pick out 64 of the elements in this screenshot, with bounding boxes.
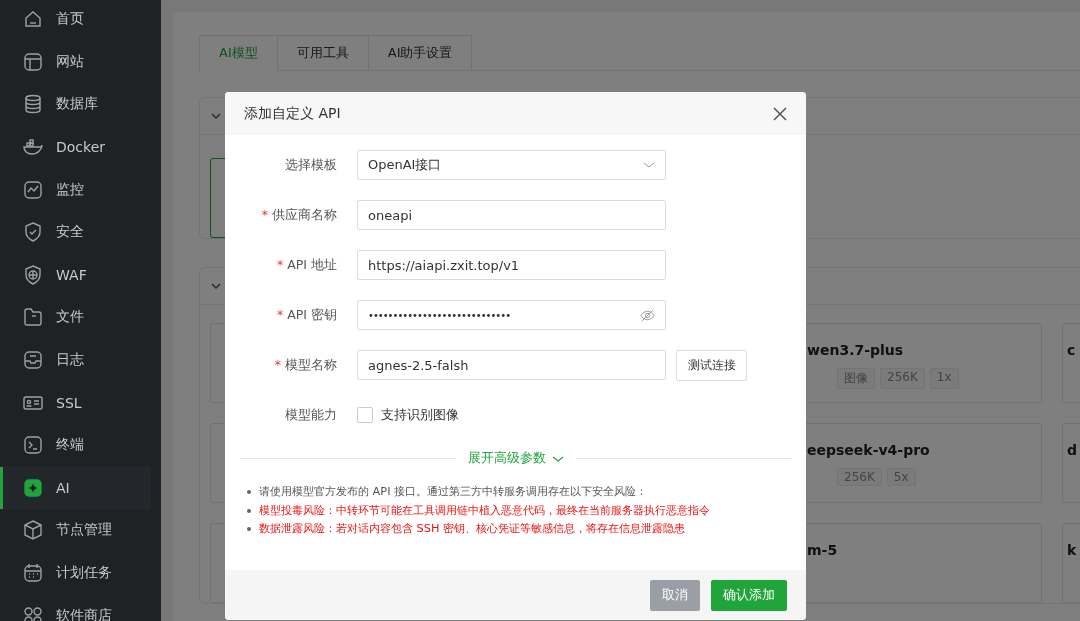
browser-icon bbox=[22, 50, 44, 73]
field-label: 供应商名称 bbox=[272, 206, 337, 222]
model-name: m-5 bbox=[807, 542, 839, 558]
model-card[interactable]: d bbox=[1062, 423, 1080, 503]
sidebar-item[interactable]: 文件 bbox=[0, 296, 151, 339]
model-card[interactable]: k bbox=[1062, 523, 1080, 603]
inbox-icon bbox=[22, 349, 44, 372]
sidebar-item[interactable]: 终端 bbox=[0, 423, 151, 467]
template-select[interactable]: OpenAI接口 bbox=[357, 150, 666, 180]
model-name: k bbox=[1067, 542, 1078, 558]
sidebar-item[interactable]: 安全 bbox=[0, 210, 151, 254]
field-label: 模型能力 bbox=[285, 406, 337, 422]
sidebar-item[interactable]: SSL bbox=[0, 381, 151, 424]
globe-shield-icon bbox=[22, 263, 44, 286]
input-field[interactable]: ••••••••••••••••••••••••••••• bbox=[357, 300, 666, 330]
note-text: 模型投毒风险：中转环节可能在工具调用链中植入恶意代码，最终在当前服务器执行恶意指令 bbox=[259, 502, 710, 519]
sidebar-item[interactable]: 数据库 bbox=[0, 83, 151, 126]
input-field[interactable]: agnes-2.5-falsh bbox=[357, 350, 666, 380]
input-field[interactable]: oneapi bbox=[357, 200, 666, 230]
required-mark: * bbox=[274, 356, 281, 372]
sidebar-item[interactable]: 计划任务 bbox=[0, 551, 151, 595]
required-mark: * bbox=[277, 306, 284, 322]
checkbox[interactable] bbox=[357, 407, 373, 423]
field-label: 选择模板 bbox=[285, 156, 337, 172]
required-mark: * bbox=[277, 256, 284, 272]
sidebar-item[interactable]: AI bbox=[0, 466, 151, 510]
model-name: eepseek-v4-pro bbox=[807, 442, 931, 458]
model-name: wen3.7-plus bbox=[807, 342, 905, 358]
sidebar-item[interactable]: 日志 bbox=[0, 338, 151, 382]
note-text: 请使用模型官方发布的 API 接口。通过第三方中转服务调用存在以下安全风险： bbox=[259, 484, 648, 500]
grid-icon bbox=[22, 604, 44, 621]
cube-icon bbox=[22, 519, 44, 542]
field-label: API 密钥 bbox=[287, 306, 337, 322]
terminal-icon bbox=[22, 434, 44, 457]
field-label: 模型名称 bbox=[285, 356, 337, 372]
test-connection-button[interactable]: 测试连接 bbox=[676, 349, 747, 381]
model-name: d bbox=[1067, 442, 1079, 458]
model-name: c bbox=[1067, 342, 1077, 358]
sidebar-item[interactable]: Docker bbox=[0, 125, 151, 169]
sidebar-item[interactable]: WAF bbox=[0, 253, 151, 297]
input-field[interactable]: https://aiapi.zxit.top/v1 bbox=[357, 250, 666, 280]
required-mark: * bbox=[261, 206, 268, 222]
chevron-down-icon[interactable] bbox=[210, 110, 222, 122]
tab[interactable]: AI助手设置 bbox=[368, 35, 473, 71]
close-icon[interactable] bbox=[773, 106, 787, 121]
sparkle-icon bbox=[22, 476, 44, 499]
note-text: 数据泄露风险：若对话内容包含 SSH 密钥、核心凭证等敏感信息，将存在信息泄露隐患 bbox=[259, 521, 686, 537]
sidebar-item[interactable]: 软件商店 bbox=[0, 594, 151, 621]
eye-off-icon[interactable] bbox=[640, 307, 655, 323]
sidebar-item[interactable]: 首页 bbox=[0, 0, 151, 41]
chevron-down-icon[interactable] bbox=[210, 280, 222, 292]
sidebar-item[interactable]: 节点管理 bbox=[0, 509, 151, 552]
database-icon bbox=[22, 93, 44, 116]
shield-icon bbox=[22, 221, 44, 244]
sidebar-item[interactable]: 网站 bbox=[0, 40, 151, 84]
tab[interactable]: 可用工具 bbox=[277, 35, 369, 71]
checkbox-label: 支持识别图像 bbox=[381, 406, 459, 424]
folder-icon bbox=[22, 306, 44, 329]
field-label: API 地址 bbox=[287, 256, 337, 272]
sidebar-item[interactable]: 监控 bbox=[0, 168, 151, 211]
calendar-icon bbox=[22, 562, 44, 584]
dialog-title: 添加自定义 API bbox=[244, 104, 341, 123]
model-card[interactable]: c bbox=[1062, 323, 1080, 403]
chart-icon bbox=[22, 178, 44, 201]
